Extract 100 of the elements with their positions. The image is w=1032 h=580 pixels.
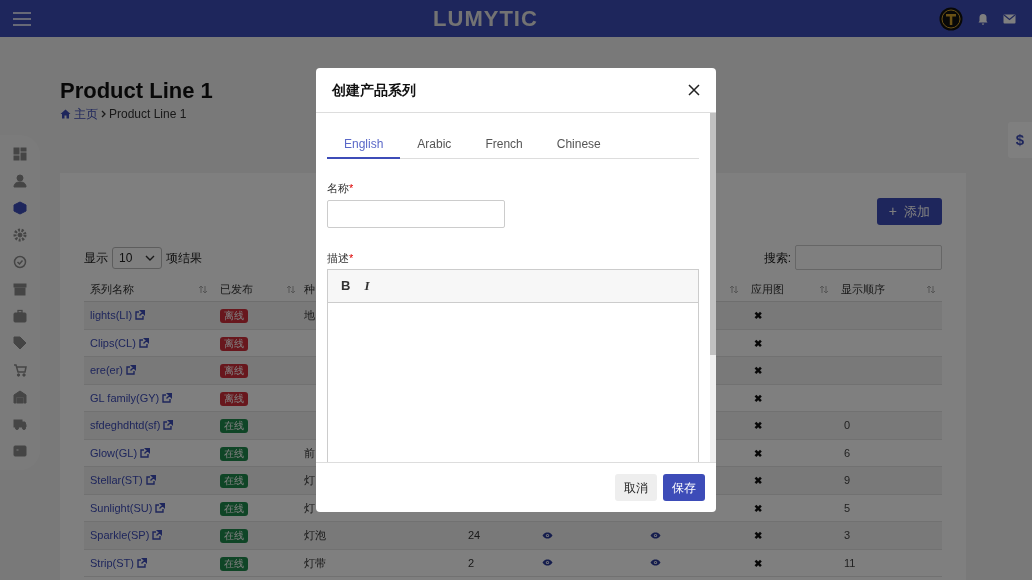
external-link-icon[interactable] bbox=[137, 557, 147, 568]
language-tab[interactable]: French bbox=[468, 130, 540, 159]
language-tab[interactable]: English bbox=[327, 130, 401, 159]
table-cell: 2 bbox=[468, 556, 475, 569]
column-header[interactable]: 应用图 bbox=[751, 281, 784, 298]
sort-icon[interactable] bbox=[198, 285, 208, 294]
external-link-icon[interactable] bbox=[140, 447, 151, 458]
cube-icon[interactable] bbox=[13, 201, 27, 215]
column-header[interactable]: 种 bbox=[304, 281, 315, 298]
menu-icon[interactable] bbox=[12, 10, 32, 27]
table-cell: 11 bbox=[844, 556, 856, 569]
status-badge: 在线 bbox=[220, 529, 248, 543]
series-link[interactable]: lights(LI) bbox=[90, 307, 133, 324]
logo: LUMYTIC bbox=[433, 5, 538, 33]
external-link-icon[interactable] bbox=[126, 365, 136, 376]
cross-mark: ✖ bbox=[754, 502, 762, 514]
user-icon[interactable] bbox=[13, 174, 27, 188]
status-badge: 离线 bbox=[220, 309, 248, 323]
sort-icon[interactable] bbox=[926, 285, 936, 294]
language-tab[interactable]: Arabic bbox=[400, 130, 469, 159]
series-link[interactable]: ere(er) bbox=[90, 362, 123, 379]
external-link-icon[interactable] bbox=[162, 392, 173, 403]
rich-text-editor[interactable]: B I bbox=[327, 269, 699, 462]
table-cell: 地 bbox=[304, 309, 315, 321]
external-link-icon[interactable] bbox=[145, 475, 156, 486]
name-field[interactable] bbox=[327, 199, 505, 228]
status-badge: 离线 bbox=[220, 391, 248, 406]
breadcrumb-item: Product Line 1 bbox=[109, 106, 187, 123]
series-link[interactable]: Strip(ST) bbox=[90, 554, 134, 571]
cross-mark: ✖ bbox=[754, 337, 762, 349]
status-badge: 离线 bbox=[220, 364, 248, 378]
status-badge: 在线 bbox=[220, 474, 248, 488]
table-cell: 5 bbox=[844, 501, 851, 514]
sort-icon[interactable] bbox=[286, 285, 296, 294]
cross-mark: ✖ bbox=[754, 310, 762, 321]
gear-icon[interactable] bbox=[13, 228, 27, 242]
dashboard-icon[interactable] bbox=[13, 147, 27, 161]
sort-icon[interactable] bbox=[729, 285, 739, 294]
show-label: 显示 bbox=[84, 249, 108, 267]
table-cell: 24 bbox=[468, 529, 481, 541]
series-link[interactable]: Sunlight(SU) bbox=[90, 499, 153, 516]
column-header[interactable]: 显示顺序 bbox=[841, 281, 885, 298]
series-link[interactable]: GL family(GY) bbox=[90, 389, 160, 406]
id-card-icon[interactable] bbox=[13, 444, 27, 458]
field-label: 名称* bbox=[327, 182, 354, 194]
scrollbar[interactable] bbox=[710, 113, 716, 462]
external-link-icon[interactable] bbox=[135, 310, 146, 321]
eye-icon[interactable] bbox=[542, 531, 553, 539]
close-icon[interactable] bbox=[688, 84, 700, 96]
external-link-icon[interactable] bbox=[155, 502, 166, 513]
language-tab[interactable]: Chinese bbox=[539, 130, 618, 159]
tag-icon[interactable] bbox=[13, 336, 27, 350]
bell-icon[interactable] bbox=[977, 12, 989, 25]
column-header[interactable]: 已发布 bbox=[220, 281, 253, 298]
table-cell: 灯带 bbox=[304, 556, 326, 569]
home-icon bbox=[60, 109, 71, 119]
series-link[interactable]: sfdeghdhtd(sf) bbox=[90, 417, 161, 434]
series-link[interactable]: Sparkle(SP) bbox=[90, 527, 150, 544]
external-link-icon[interactable] bbox=[152, 530, 163, 541]
status-badge: 在线 bbox=[220, 501, 248, 516]
eye-icon[interactable] bbox=[542, 559, 553, 567]
truck-icon[interactable] bbox=[13, 417, 27, 431]
column-header[interactable]: 系列名称 bbox=[90, 281, 134, 298]
results-label: 项结果 bbox=[166, 249, 202, 267]
check-circle-icon[interactable] bbox=[13, 255, 27, 269]
table-cell: 前 bbox=[304, 446, 315, 459]
search-label: 搜索: bbox=[763, 249, 791, 267]
add-button[interactable]: + 添加 bbox=[876, 198, 942, 225]
status-badge: 在线 bbox=[220, 446, 248, 461]
page-size-select[interactable]: 10 bbox=[112, 246, 162, 269]
breadcrumb-link[interactable]: 主页 bbox=[74, 105, 98, 123]
sort-icon[interactable] bbox=[819, 285, 829, 294]
avatar-icon[interactable] bbox=[939, 6, 963, 31]
eye-icon[interactable] bbox=[650, 559, 661, 567]
series-link[interactable]: Stellar(ST) bbox=[90, 472, 143, 489]
currency-tab[interactable]: $ bbox=[1008, 122, 1032, 158]
briefcase-icon[interactable] bbox=[13, 309, 27, 323]
cross-mark: ✖ bbox=[754, 557, 762, 569]
eye-icon[interactable] bbox=[650, 531, 661, 539]
series-link[interactable]: Glow(GL) bbox=[90, 444, 138, 461]
cancel-button[interactable]: 取消 bbox=[615, 474, 657, 501]
save-button[interactable]: 保存 bbox=[663, 474, 705, 501]
search-field[interactable] bbox=[795, 245, 942, 270]
archive-icon[interactable] bbox=[13, 282, 27, 296]
status-badge: 在线 bbox=[220, 419, 248, 433]
external-link-icon[interactable] bbox=[163, 420, 174, 431]
mail-icon[interactable] bbox=[1003, 13, 1016, 24]
warehouse-icon[interactable] bbox=[13, 390, 27, 404]
italic-button[interactable]: I bbox=[364, 276, 370, 296]
bold-button[interactable]: B bbox=[341, 276, 351, 296]
status-badge: 离线 bbox=[220, 336, 248, 351]
cross-mark: ✖ bbox=[754, 365, 762, 376]
cart-icon[interactable] bbox=[13, 363, 27, 377]
cross-mark: ✖ bbox=[754, 420, 762, 431]
cross-mark: ✖ bbox=[754, 392, 762, 404]
cross-mark: ✖ bbox=[754, 475, 762, 486]
series-link[interactable]: Clips(CL) bbox=[90, 334, 136, 351]
table-cell: 灯 bbox=[304, 474, 315, 486]
caret-icon bbox=[145, 254, 155, 261]
external-link-icon[interactable] bbox=[138, 337, 149, 348]
